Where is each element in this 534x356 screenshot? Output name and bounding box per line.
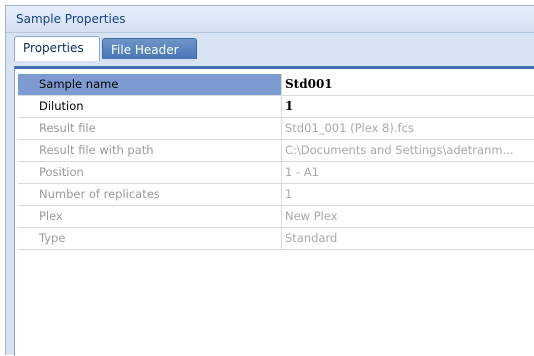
property-value: Standard (285, 231, 338, 245)
property-row-result-file[interactable]: Result file Std01_001 (Plex 8).fcs (18, 118, 534, 140)
property-row-plex[interactable]: Plex New Plex (18, 206, 534, 228)
property-value: 1 - A1 (285, 165, 319, 179)
property-value-input[interactable]: Std001 (282, 74, 534, 95)
property-value: 1 (285, 187, 293, 201)
property-name: Sample name (18, 74, 282, 95)
property-grid-container: Sample name Std001 Dilution 1 Result fil… (14, 66, 534, 356)
property-row-position[interactable]: Position 1 - A1 (18, 162, 534, 184)
property-name: Type (18, 228, 282, 249)
property-row-sample-name[interactable]: Sample name Std001 (18, 74, 534, 96)
property-value-input[interactable]: 1 (282, 96, 534, 117)
property-grid: Sample name Std001 Dilution 1 Result fil… (18, 74, 534, 250)
property-row-dilution[interactable]: Dilution 1 (18, 96, 534, 118)
property-value: Std01_001 (Plex 8).fcs (285, 121, 414, 135)
tab-properties[interactable]: Properties (14, 36, 100, 61)
panel-title: Sample Properties (16, 12, 126, 26)
property-name: Result file (18, 118, 282, 139)
property-row-result-file-path[interactable]: Result file with path C:\Documents and S… (18, 140, 534, 162)
property-name: Position (18, 162, 282, 183)
tab-file-header[interactable]: File Header (102, 38, 197, 59)
property-name: Result file with path (18, 140, 282, 161)
property-name: Plex (18, 206, 282, 227)
property-row-type[interactable]: Type Standard (18, 228, 534, 250)
property-value: New Plex (285, 209, 338, 223)
property-name: Dilution (18, 96, 282, 117)
property-row-number-of-replicates[interactable]: Number of replicates 1 (18, 184, 534, 206)
property-name: Number of replicates (18, 184, 282, 205)
property-value: C:\Documents and Settings\adetranm... (285, 143, 514, 157)
panel-titlebar: Sample Properties (6, 6, 534, 33)
sample-properties-panel: Sample Properties Properties File Header… (5, 5, 534, 356)
